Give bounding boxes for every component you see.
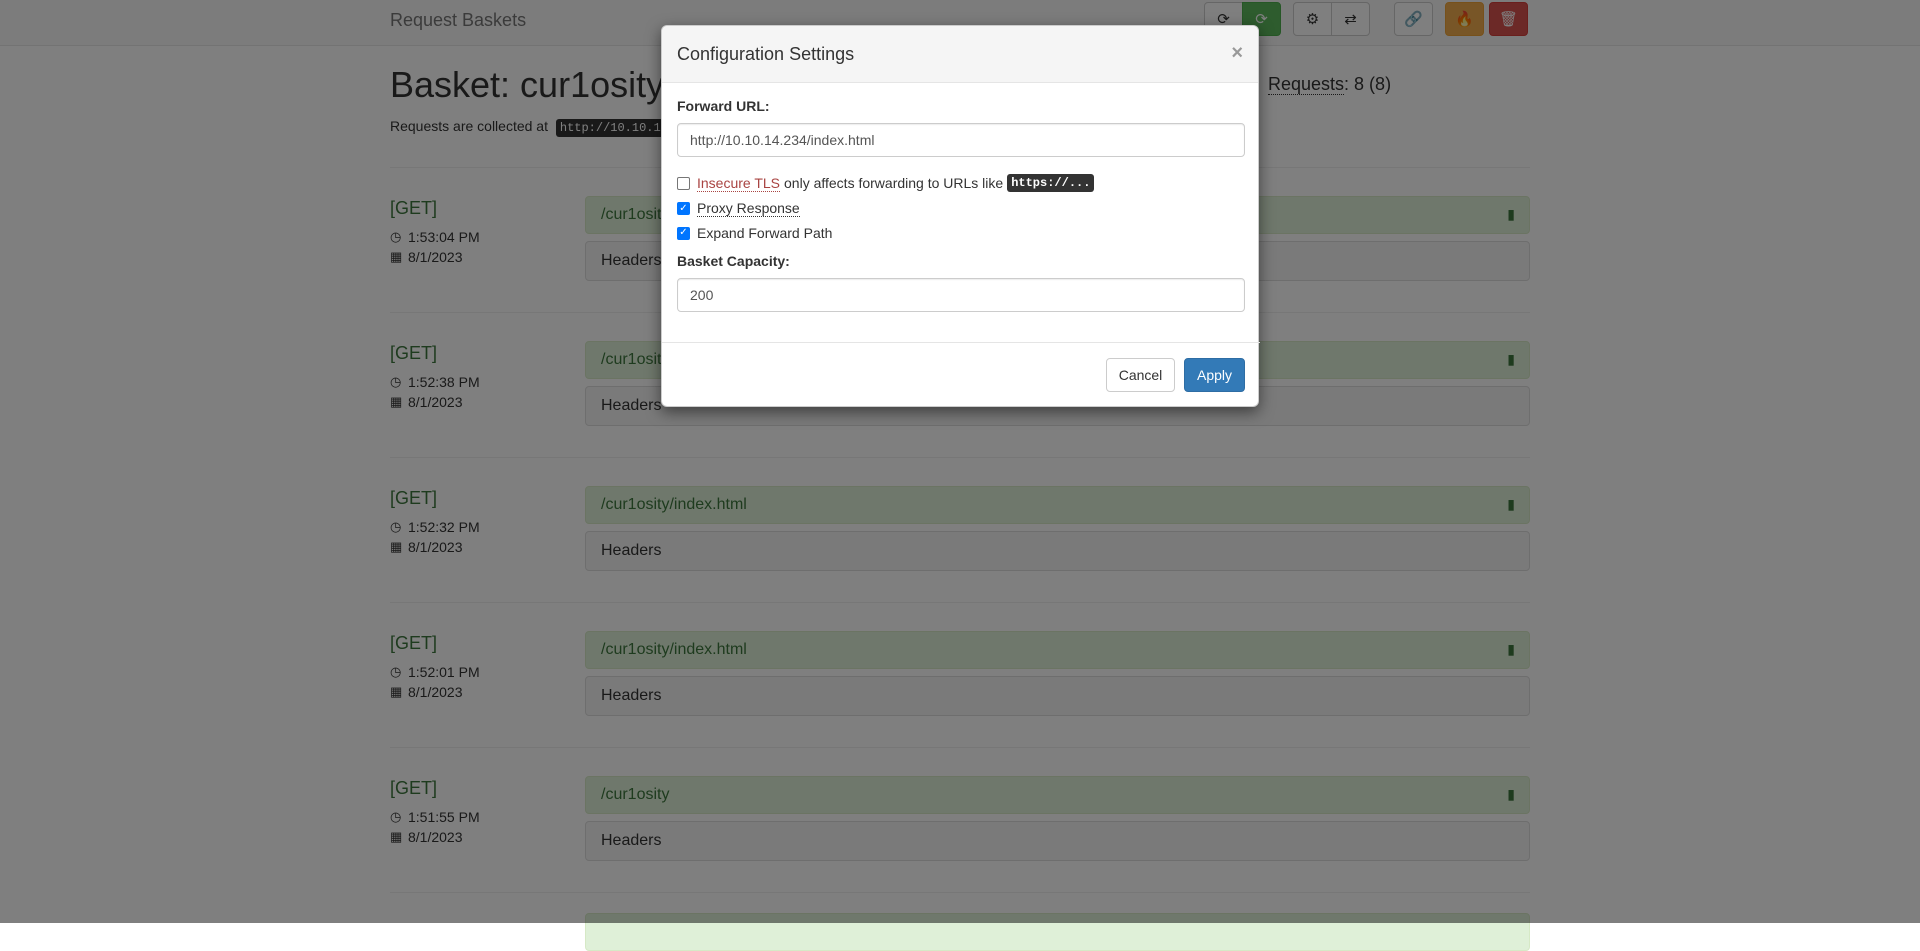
insecure-tls-code: https://...	[1007, 174, 1095, 192]
apply-button[interactable]: Apply	[1184, 358, 1245, 392]
config-settings-dialog: Configuration Settings × Forward URL: In…	[661, 25, 1260, 408]
insecure-tls-label[interactable]: Insecure TLS	[697, 175, 781, 192]
expand-forward-path-checkbox[interactable]: ✓	[677, 226, 690, 240]
modal-header: Configuration Settings ×	[662, 26, 1258, 83]
cancel-button[interactable]: Cancel	[1106, 358, 1175, 392]
insecure-tls-row: Insecure TLS only affects forwarding to …	[677, 174, 1095, 192]
insecure-tls-note: only affects forwarding to URLs like	[784, 175, 1004, 191]
basket-capacity-label: Basket Capacity:	[677, 253, 790, 269]
insecure-tls-checkbox[interactable]	[677, 176, 690, 190]
forward-url-input[interactable]	[677, 123, 1245, 157]
proxy-response-row: ✓ Proxy Response	[677, 200, 800, 217]
modal-title: Configuration Settings	[677, 44, 855, 64]
expand-forward-path-row: ✓ Expand Forward Path	[677, 225, 832, 241]
modal-body: Forward URL: Insecure TLS only affects f…	[662, 83, 1258, 321]
proxy-response-checkbox[interactable]: ✓	[677, 202, 690, 215]
expand-forward-path-label[interactable]: Expand Forward Path	[697, 225, 832, 241]
modal-footer: Cancel Apply	[662, 342, 1260, 408]
forward-url-label: Forward URL:	[677, 98, 770, 114]
basket-capacity-input[interactable]	[677, 278, 1245, 312]
proxy-response-label[interactable]: Proxy Response	[697, 200, 800, 217]
close-icon[interactable]: ×	[1231, 43, 1243, 63]
